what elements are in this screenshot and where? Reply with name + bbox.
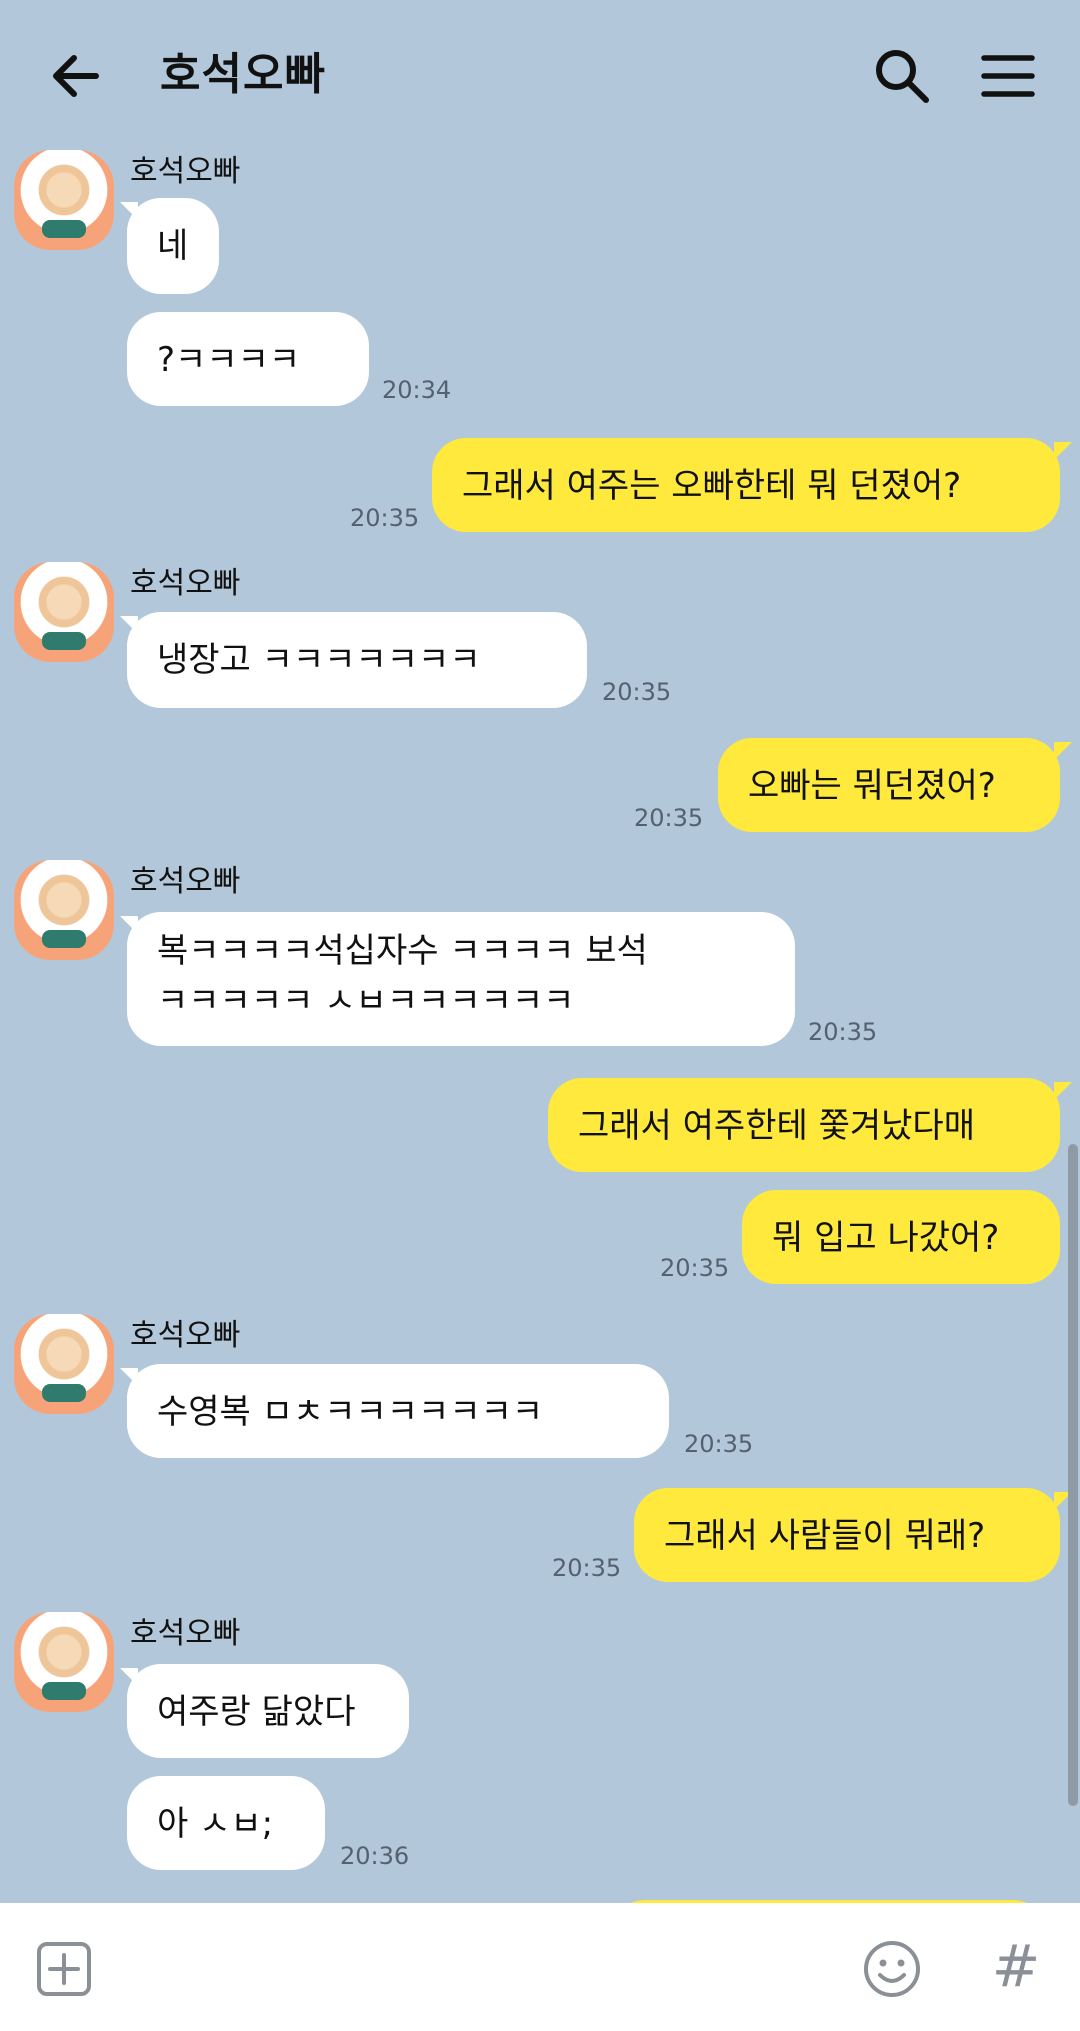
sender-avatar[interactable]	[14, 860, 114, 960]
bubble-tail	[1054, 1082, 1072, 1100]
incoming-message-bubble[interactable]: 아 ㅅㅂ;	[127, 1776, 325, 1870]
incoming-message-bubble[interactable]: 네	[127, 198, 219, 294]
sender-avatar[interactable]	[14, 562, 114, 662]
message-line: 복ㅋㅋㅋㅋ석십자수 ㅋㅋㅋㅋ 보석	[157, 931, 648, 971]
bubble-tail	[1054, 742, 1072, 760]
hamburger-menu-icon	[981, 55, 1035, 97]
incoming-message-bubble[interactable]: 복ㅋㅋㅋㅋ석십자수 ㅋㅋㅋㅋ 보석 ㅋㅋㅋㅋㅋ ㅅㅂㅋㅋㅋㅋㅋㅋ	[127, 912, 795, 1046]
message-timestamp: 20:34	[382, 376, 452, 404]
plus-square-icon	[37, 1942, 91, 1996]
outgoing-message-bubble[interactable]: 오빠는 뭐던졌어?	[718, 738, 1060, 832]
outgoing-message-bubble[interactable]: 그래서 사람들이 뭐래?	[634, 1488, 1060, 1582]
message-timestamp: 20:36	[340, 1842, 410, 1870]
chat-header: 호석오빠	[0, 0, 1080, 140]
message-timestamp: 20:35	[808, 1018, 878, 1046]
chat-scrollbar[interactable]	[1068, 1144, 1078, 1806]
message-timestamp: 20:35	[350, 504, 420, 532]
bubble-tail	[1054, 442, 1072, 460]
menu-button[interactable]	[976, 44, 1040, 108]
outgoing-message-bubble[interactable]: 뭐 입고 나갔어?	[742, 1190, 1060, 1284]
message-timestamp: 20:35	[602, 678, 672, 706]
sender-avatar[interactable]	[14, 150, 114, 250]
emoji-button[interactable]	[862, 1939, 922, 1999]
hashtag-search-button[interactable]: #	[986, 1931, 1046, 2001]
chat-title: 호석오빠	[160, 49, 326, 100]
incoming-message-bubble[interactable]: 냉장고 ㅋㅋㅋㅋㅋㅋㅋ	[127, 612, 587, 708]
search-button[interactable]	[870, 44, 934, 108]
message-timestamp: 20:35	[552, 1554, 622, 1582]
outgoing-message-bubble[interactable]: 그래서 여주한테 쫓겨났다매	[548, 1078, 1060, 1172]
message-input-bar[interactable]: #	[0, 1903, 1080, 2031]
incoming-message-bubble[interactable]: 수영복 ㅁㅊㅋㅋㅋㅋㅋㅋㅋ	[127, 1364, 669, 1458]
message-line: ㅋㅋㅋㅋㅋ ㅅㅂㅋㅋㅋㅋㅋㅋ	[157, 981, 575, 1021]
sender-name: 호석오빠	[130, 1318, 241, 1353]
sender-name: 호석오빠	[130, 1616, 241, 1651]
incoming-message-bubble[interactable]: ?ㅋㅋㅋㅋ	[127, 312, 369, 406]
smiley-icon	[864, 1941, 920, 1997]
message-timestamp: 20:35	[634, 804, 704, 832]
outgoing-message-bubble[interactable]: 그래서 여주는 오빠한테 뭐 던졌어?	[432, 438, 1060, 532]
incoming-message-bubble[interactable]: 여주랑 닮았다	[127, 1664, 409, 1758]
message-timestamp: 20:35	[660, 1254, 730, 1282]
attach-button[interactable]	[36, 1941, 92, 1997]
sender-avatar[interactable]	[14, 1314, 114, 1414]
search-icon	[876, 50, 929, 103]
sender-name: 호석오빠	[130, 566, 241, 601]
sender-avatar[interactable]	[14, 1612, 114, 1712]
sender-name: 호석오빠	[130, 864, 241, 899]
back-button[interactable]	[44, 44, 108, 108]
sender-name: 호석오빠	[130, 154, 241, 189]
message-timestamp: 20:35	[684, 1430, 754, 1458]
arrow-left-icon	[53, 55, 99, 97]
